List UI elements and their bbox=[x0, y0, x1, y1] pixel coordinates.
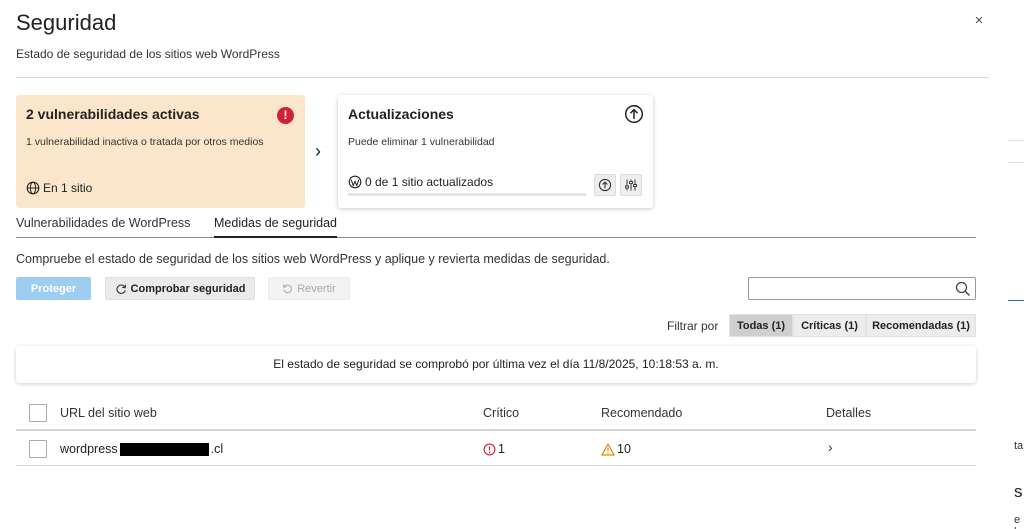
background-accent-line bbox=[1008, 300, 1024, 301]
dialog-title: Seguridad bbox=[16, 10, 117, 35]
update-icon bbox=[598, 178, 612, 192]
warning-icon bbox=[601, 442, 615, 456]
revert-icon bbox=[283, 284, 293, 294]
alert-icon: ! bbox=[277, 107, 294, 124]
critical-count: 1 bbox=[483, 442, 505, 456]
column-header-critical[interactable]: Crítico bbox=[483, 406, 519, 420]
chevron-right-icon[interactable]: › bbox=[309, 140, 327, 162]
security-dialog: Seguridad Estado de seguridad de los sit… bbox=[0, 0, 1008, 529]
last-check-notice: El estado de seguridad se comprobó por ú… bbox=[16, 346, 976, 383]
filter-recommended-button[interactable]: Recomendadas (1) bbox=[866, 314, 976, 337]
site-count: En 1 sitio bbox=[43, 181, 93, 195]
column-header-url[interactable]: URL del sitio web bbox=[60, 406, 157, 420]
table-row: wordpress .cl 1 10 › bbox=[16, 432, 976, 466]
globe-icon bbox=[26, 181, 40, 195]
tab-security-measures[interactable]: Medidas de seguridad bbox=[214, 216, 337, 238]
column-header-recommended[interactable]: Recomendado bbox=[601, 406, 682, 420]
background-divider bbox=[1008, 162, 1024, 163]
search-icon[interactable] bbox=[955, 281, 971, 297]
vulnerabilities-card[interactable]: 2 vulnerabilidades activas ! 1 vulnerabi… bbox=[16, 95, 305, 208]
close-icon[interactable]: × bbox=[970, 12, 988, 32]
vulnerabilities-card-footer: En 1 sitio bbox=[26, 181, 92, 195]
upload-icon bbox=[624, 104, 644, 124]
intro-text: Compruebe el estado de seguridad de los … bbox=[16, 252, 610, 266]
filter-label: Filtrar por bbox=[667, 319, 719, 333]
filter-critical-button[interactable]: Críticas (1) bbox=[793, 314, 866, 337]
recommended-count: 10 bbox=[601, 442, 631, 456]
tab-bar: Vulnerabilidades de WordPress Medidas de… bbox=[16, 216, 976, 238]
site-url[interactable]: wordpress .cl bbox=[60, 442, 223, 456]
updates-card-footer: 0 de 1 sitio actualizados bbox=[348, 175, 493, 189]
updates-progress-bar bbox=[348, 193, 586, 196]
updates-card-description: Puede eliminar 1 vulnerabilidad bbox=[348, 136, 495, 148]
update-button[interactable] bbox=[594, 174, 616, 196]
check-security-button[interactable]: Comprobar seguridad bbox=[105, 277, 255, 300]
header-divider bbox=[16, 77, 989, 78]
critical-count-value: 1 bbox=[498, 442, 505, 456]
updates-card[interactable]: Actualizaciones Puede eliminar 1 vulnera… bbox=[338, 95, 653, 208]
update-settings-button[interactable] bbox=[620, 174, 642, 196]
background-divider bbox=[1008, 140, 1024, 141]
redacted-text bbox=[119, 442, 209, 456]
column-header-details: Detalles bbox=[826, 406, 872, 420]
dialog-subtitle: Estado de seguridad de los sitios web Wo… bbox=[16, 47, 280, 61]
critical-icon bbox=[483, 443, 496, 455]
revert-label: Revertir bbox=[297, 282, 336, 295]
refresh-icon bbox=[115, 283, 126, 294]
updates-card-title: Actualizaciones bbox=[348, 106, 454, 122]
wordpress-icon bbox=[348, 175, 362, 189]
background-text: s bbox=[1014, 482, 1023, 501]
protect-button[interactable]: Proteger bbox=[16, 277, 91, 300]
vulnerabilities-card-title: 2 vulnerabilidades activas bbox=[26, 106, 200, 122]
chevron-right-icon[interactable]: › bbox=[828, 439, 833, 455]
site-url-prefix: wordpress bbox=[60, 442, 118, 456]
select-all-checkbox[interactable] bbox=[29, 404, 47, 422]
recommended-count-value: 10 bbox=[617, 442, 631, 456]
revert-button[interactable]: Revertir bbox=[268, 277, 350, 300]
row-checkbox[interactable] bbox=[29, 440, 47, 458]
vulnerabilities-card-description: 1 vulnerabilidad inactiva o tratada por … bbox=[26, 136, 264, 148]
table-header: URL del sitio web Crítico Recomendado De… bbox=[16, 396, 976, 431]
background-text: ta bbox=[1014, 440, 1024, 452]
search-input[interactable] bbox=[753, 280, 949, 297]
protect-button-label: Proteger bbox=[30, 282, 77, 295]
filter-all-button[interactable]: Todas (1) bbox=[729, 314, 793, 337]
updated-sites-count: 0 de 1 sitio actualizados bbox=[365, 175, 494, 189]
search-field[interactable] bbox=[748, 277, 976, 300]
background-text: e b bbox=[1014, 514, 1021, 529]
check-security-label: Comprobar seguridad bbox=[130, 282, 246, 295]
background-app: ta s e b bbox=[1008, 0, 1024, 529]
settings-sliders-icon bbox=[625, 179, 637, 191]
tab-wordpress-vulnerabilities[interactable]: Vulnerabilidades de WordPress bbox=[16, 216, 190, 238]
site-url-suffix: .cl bbox=[210, 442, 224, 456]
